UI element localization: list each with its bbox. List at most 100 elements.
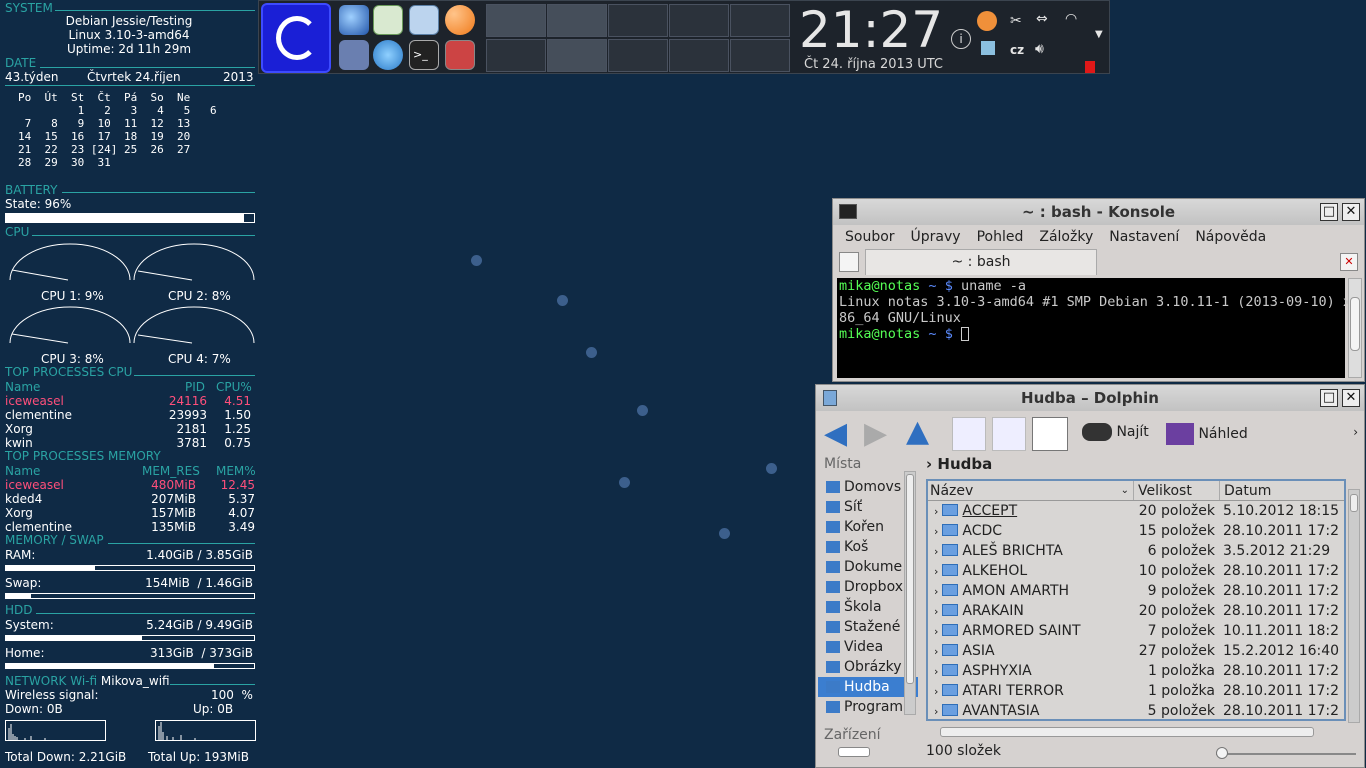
expand-icon[interactable]: › [928, 645, 938, 658]
file-scrollbar[interactable] [1348, 489, 1360, 723]
panel-toolbox-icon[interactable] [1085, 61, 1095, 73]
scrollbar-thumb[interactable] [1350, 494, 1358, 512]
table-row[interactable]: › ALKEHOL 10 položek 28.10.2011 17:2 [928, 561, 1344, 581]
expand-icon[interactable]: › [928, 505, 938, 518]
places-item[interactable]: Koš [818, 537, 918, 557]
pager-desktop-8[interactable] [608, 39, 668, 72]
expand-icon[interactable]: › [928, 585, 938, 598]
usb-icon[interactable]: ⇔ [1036, 11, 1048, 27]
pager-desktop-7[interactable] [547, 39, 607, 72]
pager-desktop-1[interactable] [486, 4, 546, 37]
table-row[interactable]: › AMON AMARTH 9 položek 28.10.2011 17:2 [928, 581, 1344, 601]
menu-pohled[interactable]: Pohled [969, 225, 1032, 249]
menu-zalozky[interactable]: Záložky [1031, 225, 1101, 249]
close-tab-icon[interactable]: ✕ [1340, 253, 1358, 271]
places-item[interactable]: Kořen [818, 517, 918, 537]
find-button[interactable]: Najít [1082, 423, 1149, 441]
terminal-launcher-icon[interactable]: >_ [409, 40, 439, 70]
back-icon[interactable]: ◀ [824, 419, 847, 449]
scrollbar-thumb[interactable] [906, 474, 914, 684]
toolbar-overflow-icon[interactable]: › [1353, 425, 1358, 439]
expand-icon[interactable]: › [928, 545, 938, 558]
image-viewer-launcher-icon[interactable] [373, 5, 403, 35]
places-hscroll[interactable] [838, 747, 870, 757]
info-icon[interactable]: i [951, 29, 971, 49]
menu-napoveda[interactable]: Nápověda [1187, 225, 1274, 249]
places-item[interactable]: Stažené [818, 617, 918, 637]
scrollbar-thumb[interactable] [1350, 297, 1360, 351]
tray-expand-icon[interactable]: ▼ [1095, 29, 1103, 40]
keyboard-layout-indicator[interactable]: cz [1010, 43, 1024, 57]
new-tab-icon[interactable] [839, 252, 859, 272]
dolphin-titlebar[interactable]: Hudba – Dolphin □ ✕ [816, 385, 1364, 411]
close-button[interactable]: ✕ [1342, 389, 1360, 407]
help-launcher-icon[interactable] [373, 40, 403, 70]
browser-launcher-icon[interactable] [339, 5, 369, 35]
places-item[interactable]: Síť [818, 497, 918, 517]
table-row[interactable]: › AVANTASIA 5 položek 28.10.2011 17:2 [928, 701, 1344, 721]
table-row[interactable]: › ASIA 27 položek 15.2.2012 16:40 [928, 641, 1344, 661]
tab-bash[interactable]: ~ : bash [865, 249, 1097, 275]
places-item[interactable]: Videa [818, 637, 918, 657]
table-row[interactable]: › ACCEPT 20 položek 5.10.2012 18:15 [928, 501, 1344, 521]
menu-soubor[interactable]: Soubor [837, 225, 903, 249]
places-item[interactable]: Dokume [818, 557, 918, 577]
pager-desktop-3[interactable] [608, 4, 668, 37]
pager-desktop-10[interactable] [730, 39, 790, 72]
places-item[interactable]: Hudba [818, 677, 918, 697]
file-view[interactable]: Název ⌄ Velikost Datum › ACCEPT 20 položek 5… [926, 479, 1346, 721]
clementine-launcher-icon[interactable] [445, 5, 475, 35]
places-item[interactable]: Škola [818, 597, 918, 617]
menu-upravy[interactable]: Úpravy [903, 225, 969, 249]
table-row[interactable]: › ALEŠ BRICHTA 6 položek 3.5.2012 21:29 [928, 541, 1344, 561]
places-scrollbar[interactable] [904, 471, 916, 715]
places-item[interactable]: Dropbox [818, 577, 918, 597]
pager-desktop-2[interactable] [547, 4, 607, 37]
zoom-slider[interactable] [1216, 747, 1356, 759]
pager-desktop-4[interactable] [669, 4, 729, 37]
column-date[interactable]: Datum [1219, 481, 1344, 500]
pager-desktop-6[interactable] [486, 39, 546, 72]
table-row[interactable]: › ARMORED SAINT 7 položek 10.11.2011 18:2 [928, 621, 1344, 641]
clementine-tray-icon[interactable] [977, 11, 997, 31]
breadcrumb[interactable]: › Hudba [926, 455, 992, 473]
menu-nastaveni[interactable]: Nastavení [1101, 225, 1187, 249]
table-row[interactable]: › ASPHYXIA 1 položka 28.10.2011 17:2 [928, 661, 1344, 681]
places-item[interactable]: Program [818, 697, 918, 717]
pager-desktop-9[interactable] [669, 39, 729, 72]
package-manager-launcher-icon[interactable] [445, 40, 475, 70]
application-launcher-button[interactable] [263, 5, 329, 71]
table-row[interactable]: › ACDC 15 položek 28.10.2011 17:2 [928, 521, 1344, 541]
expand-icon[interactable]: › [928, 605, 938, 618]
expand-icon[interactable]: › [928, 625, 938, 638]
column-name[interactable]: Název ⌄ [928, 481, 1133, 500]
up-icon[interactable]: ▲ [906, 417, 929, 447]
window-switch-launcher-icon[interactable] [339, 40, 369, 70]
terminal-scrollbar[interactable] [1348, 278, 1362, 378]
digital-clock[interactable]: 21:27 [799, 3, 943, 57]
forward-icon[interactable]: ▶ [864, 419, 887, 449]
expand-icon[interactable]: › [928, 665, 938, 678]
expand-icon[interactable]: › [928, 705, 938, 718]
close-button[interactable]: ✕ [1342, 203, 1360, 221]
file-manager-launcher-icon[interactable] [409, 5, 439, 35]
maximize-button[interactable]: □ [1320, 389, 1338, 407]
places-item[interactable]: Domovs [818, 477, 918, 497]
wifi-icon[interactable]: ◠ [1065, 11, 1077, 27]
preview-button[interactable]: Náhled [1166, 423, 1248, 445]
konsole-titlebar[interactable]: ~ : bash - Konsole □ ✕ [833, 199, 1364, 225]
details-view-icon[interactable] [1032, 417, 1068, 451]
maximize-button[interactable]: □ [1320, 203, 1338, 221]
terminal-output[interactable]: mika@notas ~ $ uname -a Linux notas 3.10… [837, 278, 1351, 378]
expand-icon[interactable]: › [928, 525, 938, 538]
places-item[interactable]: Obrázky [818, 657, 918, 677]
zoom-slider-handle[interactable] [1216, 747, 1228, 759]
file-hscrollbar[interactable] [940, 727, 1314, 737]
icons-view-icon[interactable] [952, 417, 986, 451]
scissors-icon[interactable]: ✂ [1010, 13, 1022, 29]
volume-icon[interactable]: 🔊︎ [1035, 41, 1044, 57]
expand-icon[interactable]: › [928, 565, 938, 578]
dropbox-tray-icon[interactable] [981, 41, 995, 55]
table-row[interactable]: › ARAKAIN 20 položek 28.10.2011 17:2 [928, 601, 1344, 621]
table-row[interactable]: › ATARI TERROR 1 položka 28.10.2011 17:2 [928, 681, 1344, 701]
